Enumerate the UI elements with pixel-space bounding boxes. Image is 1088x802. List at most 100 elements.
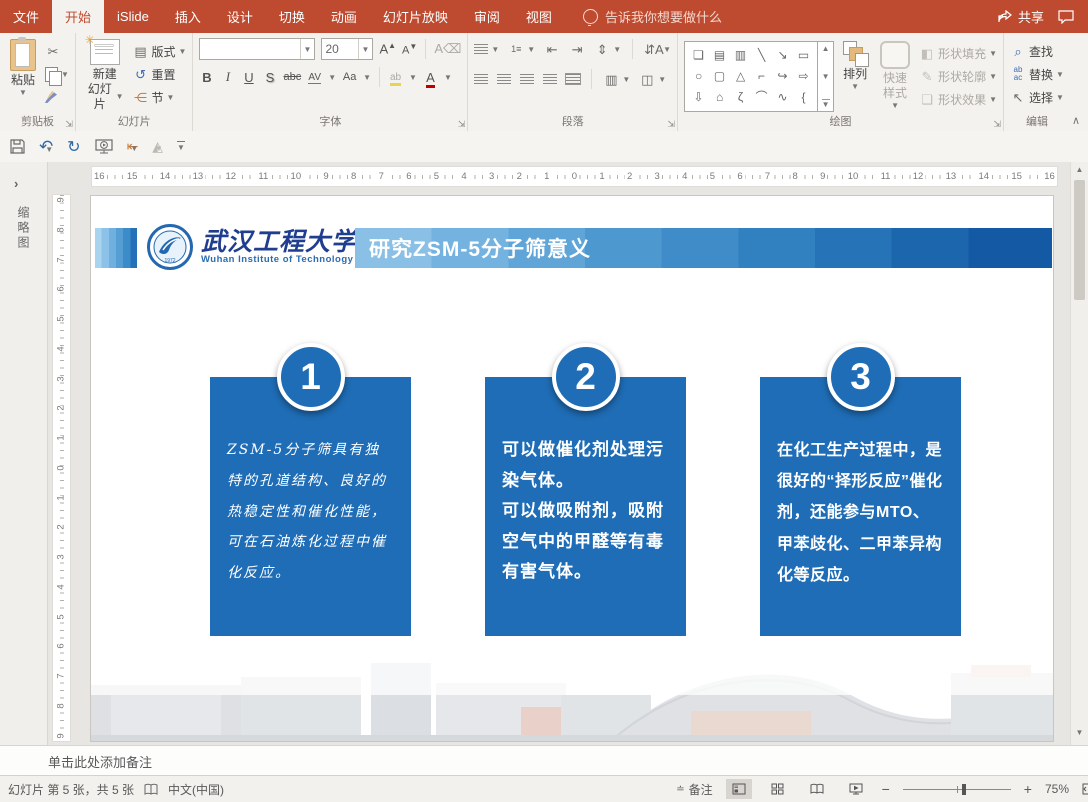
shape-item[interactable]: ▭ [793, 44, 814, 65]
scrollbar-thumb[interactable] [1074, 180, 1085, 300]
shape-effects-button[interactable]: ❑ 形状效果 ▼ [919, 89, 997, 109]
ribbon-tab[interactable]: 开始 [52, 0, 105, 33]
shrink-font-button[interactable]: A▼ [402, 42, 417, 57]
zoom-slider[interactable] [902, 783, 1011, 795]
ribbon-tab[interactable]: 审阅 [461, 0, 513, 33]
shape-item[interactable]: ∿ [772, 86, 793, 107]
ribbon-tab[interactable]: 插入 [162, 0, 214, 33]
italic-button[interactable]: I [220, 69, 235, 85]
qat-tool-button-2[interactable]: ◭▼ [152, 138, 163, 155]
shape-item[interactable]: ζ [730, 86, 751, 107]
format-painter-button[interactable] [45, 87, 69, 107]
slide-number-indicator[interactable]: 幻灯片 第 5 张，共 5 张 [8, 781, 134, 798]
content-card-2[interactable]: 2 可以做催化剂处理污染气体。 可以做吸附剂，吸附空气中的甲醛等有毒有害气体。 [485, 343, 686, 636]
notes-toggle-button[interactable]: ≐ 备注 [676, 781, 712, 798]
ribbon-tab[interactable]: 设计 [214, 0, 266, 33]
justify-button[interactable] [543, 69, 558, 89]
save-button[interactable] [10, 139, 25, 154]
undo-dropdown[interactable]: ▼ [45, 145, 53, 154]
arrange-button[interactable]: 排列 ▼ [839, 37, 871, 94]
paste-button[interactable]: 粘贴 ▼ [6, 37, 40, 100]
new-slide-button[interactable]: 新建 幻灯片▼ [82, 33, 128, 114]
text-shadow-button[interactable]: S [262, 70, 277, 85]
change-case-dropdown[interactable]: ▼ [363, 73, 371, 82]
qat-tool-button-1[interactable]: ⇤▼ [127, 138, 139, 155]
drawing-dialog-launcher[interactable]: ⇲ [993, 120, 1001, 129]
bold-button[interactable]: B [199, 70, 214, 85]
share-button[interactable]: 共享 [997, 7, 1044, 26]
ribbon-tab[interactable]: 视图 [513, 0, 565, 33]
select-button[interactable]: ↖ 选择 ▼ [1010, 87, 1064, 107]
shape-item[interactable]: ⇨ [793, 65, 814, 86]
zoom-out-button[interactable]: − [882, 781, 890, 797]
shape-item[interactable]: ⇩ [688, 86, 709, 107]
columns-button[interactable]: ▥ ▼ [603, 69, 630, 89]
strikethrough-button[interactable]: abc [283, 71, 301, 83]
distributed-button[interactable] [565, 69, 582, 89]
expand-thumbnails-icon[interactable]: › [14, 176, 18, 191]
char-spacing-button[interactable]: AV [307, 71, 322, 84]
shape-item[interactable]: ▥ [730, 44, 751, 65]
shape-item[interactable]: ╲ [751, 44, 772, 65]
fit-to-window-icon[interactable] [1082, 783, 1088, 795]
shapes-scroll-up[interactable]: ▲ [822, 44, 830, 53]
copy-button[interactable]: ▼ [45, 64, 69, 86]
shape-item[interactable]: ❏ [688, 44, 709, 65]
normal-view-button[interactable] [725, 779, 752, 799]
shape-item[interactable]: ▤ [709, 44, 730, 65]
ribbon-tab[interactable]: 文件 [0, 0, 52, 33]
shape-item[interactable]: ⌒ [751, 86, 772, 107]
quick-styles-button[interactable]: 快速样式 ▼ [876, 37, 914, 113]
zoom-slider-thumb[interactable] [962, 783, 967, 795]
notes-pane[interactable]: 单击此处添加备注 [0, 745, 1088, 776]
scroll-up-icon[interactable]: ▲ [1071, 165, 1088, 174]
shape-item[interactable]: ↘ [772, 44, 793, 65]
slide-title-bar[interactable]: 研究ZSM-5分子筛意义 [355, 228, 1052, 268]
char-spacing-dropdown[interactable]: ▼ [328, 73, 336, 82]
font-color-dropdown[interactable]: ▼ [444, 73, 452, 82]
underline-button[interactable]: U [241, 70, 256, 85]
font-color-button[interactable]: A [423, 69, 438, 88]
zoom-level[interactable]: 75% [1045, 782, 1069, 796]
language-indicator[interactable]: 中文(中国) [168, 781, 224, 798]
section-button[interactable]: ⋲ 节 ▼ [133, 87, 187, 107]
slideshow-view-button[interactable] [843, 779, 869, 799]
shape-item[interactable]: ⌂ [709, 86, 730, 107]
font-size-combo[interactable]: 20 ▼ [321, 38, 374, 60]
shapes-gallery-expand[interactable]: ▼ [821, 99, 830, 109]
slide-canvas[interactable]: 1972 武汉工程大学 Wuhan Institute of Technolog… [91, 196, 1053, 741]
tell-me-box[interactable]: 告诉我你想要做什么 [582, 0, 722, 33]
shape-item[interactable]: ○ [688, 65, 709, 86]
thumbnails-panel-collapsed[interactable]: › 缩略图 [0, 162, 48, 745]
spell-check-icon[interactable] [144, 783, 158, 796]
align-right-button[interactable] [520, 69, 535, 89]
vertical-scrollbar[interactable]: ▲ ▼ [1070, 162, 1088, 745]
find-button[interactable]: ⌕ 查找 [1010, 41, 1064, 61]
align-left-button[interactable] [474, 69, 489, 89]
align-center-button[interactable] [497, 69, 512, 89]
increase-indent-button[interactable]: ⇥ [569, 39, 585, 59]
shape-item[interactable]: △ [730, 65, 751, 86]
font-dialog-launcher[interactable]: ⇲ [458, 120, 466, 129]
vertical-ruler[interactable]: 9 8 7 6 5 4 3 2 1 0 1 2 3 4 5 6 7 8 9 [52, 194, 71, 742]
layout-button[interactable]: ▤ 版式 ▼ [133, 41, 186, 61]
cut-button[interactable]: ✂ [45, 41, 69, 61]
horizontal-ruler[interactable]: 16 15 14 13 12 11 10 9 8 7 6 5 4 3 2 1 0 1 2 3 4 5 6 7 8 9 10 11 12 1… [91, 166, 1058, 187]
comment-icon[interactable] [1058, 9, 1074, 24]
numbering-button[interactable]: 1≡ ▼ [508, 39, 535, 59]
collapse-ribbon-button[interactable]: ∧ [1072, 114, 1080, 127]
qat-customize-button[interactable]: ▼ [176, 141, 185, 152]
paste-dropdown[interactable]: ▼ [19, 88, 27, 98]
shape-item[interactable]: { [793, 86, 814, 107]
shape-fill-button[interactable]: ◧ 形状填充 ▼ [919, 43, 997, 63]
decrease-indent-button[interactable]: ⇤ [544, 39, 560, 59]
scroll-down-icon[interactable]: ▼ [1071, 728, 1088, 737]
start-slideshow-button[interactable] [94, 139, 113, 154]
smartart-button[interactable]: ◫ ▼ [639, 69, 666, 89]
shape-item[interactable]: ⌐ [751, 65, 772, 86]
reset-button[interactable]: ↺ 重置 [133, 64, 187, 84]
shape-item[interactable]: ↪ [772, 65, 793, 86]
shape-item[interactable]: ▢ [709, 65, 730, 86]
highlight-color-button[interactable]: ab [388, 71, 403, 86]
grow-font-button[interactable]: A▲ [379, 41, 396, 56]
